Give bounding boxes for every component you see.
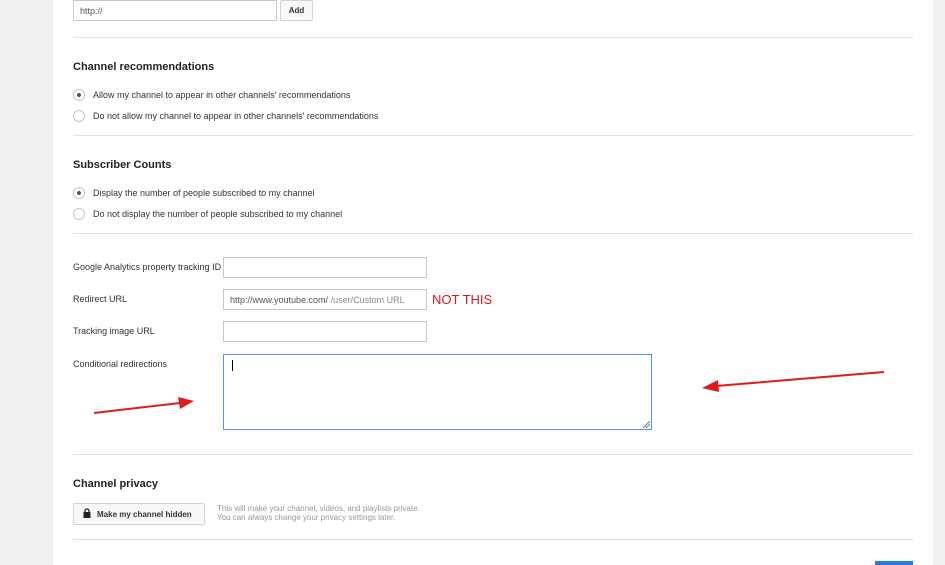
radio-label-hide-subscribers: Do not display the number of people subs…	[93, 209, 343, 219]
resize-handle-icon[interactable]	[643, 421, 650, 428]
divider	[73, 135, 913, 136]
annotation-arrow-left	[93, 397, 194, 414]
radio-allow-recommendations[interactable]	[73, 89, 85, 101]
lock-icon	[83, 508, 91, 518]
tracking-image-input[interactable]	[223, 321, 427, 342]
add-link-button[interactable]: Add	[280, 0, 313, 21]
section-heading-subscriber-counts: Subscriber Counts	[73, 159, 172, 171]
radio-hide-subscribers[interactable]	[73, 208, 85, 220]
divider	[73, 454, 913, 455]
link-url-value: http://	[80, 6, 103, 16]
analytics-id-input[interactable]	[223, 257, 427, 278]
settings-panel	[53, 0, 933, 565]
make-channel-hidden-label: Make my channel hidden	[97, 510, 192, 519]
redirect-url-prefix: http://www.youtube.com/	[230, 295, 329, 305]
divider	[73, 37, 913, 38]
redirect-url-input[interactable]: http://www.youtube.com/ /user/Custom URL	[223, 289, 427, 310]
divider	[73, 233, 913, 234]
redirect-url-placeholder: /user/Custom URL	[330, 295, 405, 305]
redirect-url-label: Redirect URL	[73, 294, 128, 304]
analytics-id-label: Google Analytics property tracking ID	[73, 262, 222, 272]
save-button[interactable]	[875, 561, 913, 565]
make-channel-hidden-button[interactable]: Make my channel hidden	[73, 503, 205, 525]
add-link-label: Add	[288, 6, 305, 15]
radio-disallow-recommendations[interactable]	[73, 110, 85, 122]
section-heading-recommendations: Channel recommendations	[73, 61, 215, 73]
conditional-redirections-textarea[interactable]	[223, 354, 652, 430]
radio-label-display-subscribers: Display the number of people subscribed …	[93, 188, 315, 198]
link-url-input[interactable]: http://	[73, 0, 277, 21]
privacy-hint-line-2: You can always change your privacy setti…	[217, 513, 396, 522]
annotation-arrow-right	[702, 371, 885, 392]
radio-label-disallow-recommendations: Do not allow my channel to appear in oth…	[93, 111, 379, 121]
radio-display-subscribers[interactable]	[73, 187, 85, 199]
divider	[73, 539, 913, 540]
radio-label-allow-recommendations: Allow my channel to appear in other chan…	[93, 90, 351, 100]
conditional-redirections-label: Conditional redirections	[73, 359, 168, 369]
tracking-image-label: Tracking image URL	[73, 326, 155, 336]
text-cursor	[232, 360, 233, 371]
section-heading-channel-privacy: Channel privacy	[73, 478, 158, 490]
not-this-annotation: NOT THIS	[432, 292, 493, 307]
